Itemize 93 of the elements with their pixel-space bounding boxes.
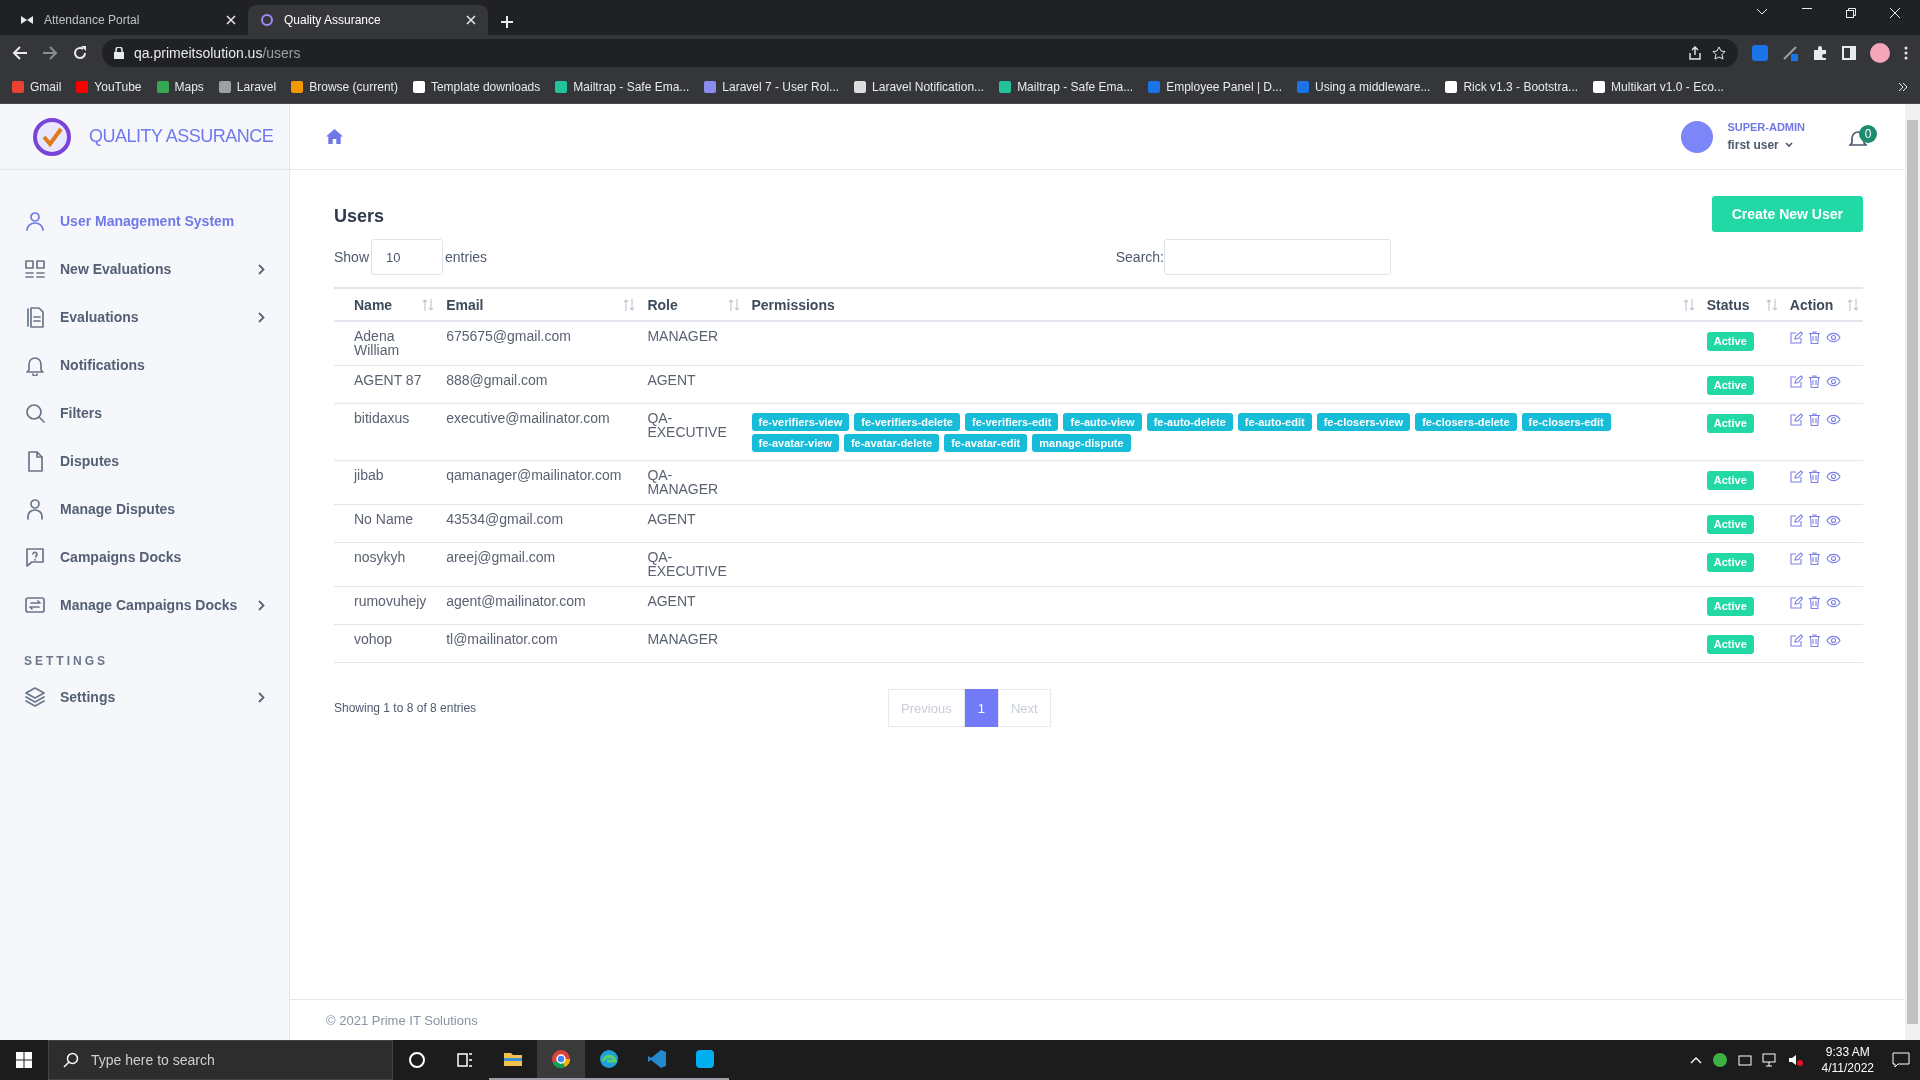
table-cell: No Name [334,504,439,543]
status-badge: Active [1706,471,1754,491]
sidebar-item[interactable]: Filters [0,389,289,437]
user-menu[interactable]: first user [1727,138,1805,152]
sidebar-item[interactable]: User Management System [0,197,289,245]
table-cell: agent@mailinator.com [438,586,640,625]
sidebar-item[interactable]: Evaluations [0,293,289,341]
table-cell: executive@mailinator.com [438,403,640,461]
bookmark[interactable]: YouTube [76,79,142,94]
table-cell: Adena William [334,321,439,366]
page-button[interactable]: 1 [964,689,998,728]
notification-count: 0 [1859,124,1877,143]
status-badge: Active [1706,635,1754,655]
table-cell: nosykyh [334,542,439,587]
bookmark[interactable]: Mailtrap - Safe Ema... [555,79,690,94]
column-header[interactable]: Email [446,296,484,313]
bookmark[interactable]: Multikart v1.0 - Eco... [1593,79,1724,94]
copyright: © 2021 Prime IT Solutions [326,1012,478,1028]
brand-name: QUALITY ASSURANCE [89,126,274,147]
permission-tag: fe-verifiers-view [751,413,850,432]
section-heading: SETTINGS [24,654,109,668]
bookmark[interactable]: Browse (current) [291,79,398,94]
bookmark[interactable]: Gmail [12,79,62,94]
permission-tag: fe-avatar-edit [944,434,1028,453]
permission-tag: fe-avatar-delete [843,434,940,453]
table-cell: QA-EXECUTIVE [639,542,744,587]
search-label: Search: [1115,249,1164,265]
table-cell: jibab [334,460,439,505]
table-cell: MANAGER [639,624,744,663]
table-cell: AGENT [639,365,744,404]
table-cell: 43534@gmail.com [438,504,640,543]
bookmark[interactable]: Laravel 7 - User Rol... [704,79,840,94]
sidebar-item[interactable]: Notifications [0,341,289,389]
permission-tag: fe-auto-view [1063,413,1142,432]
column-header[interactable]: Name [354,296,393,313]
bookmark[interactable]: Laravel [218,79,277,94]
table-cell: MANAGER [639,321,744,366]
column-header[interactable]: Permissions [751,296,835,313]
bookmark[interactable]: Laravel Notification... [854,79,985,94]
browser-tab[interactable]: Attendance Portal [8,5,248,35]
status-badge: Active [1706,332,1754,351]
label: Show [334,249,370,265]
label: entries [445,249,488,265]
column-header[interactable]: Status [1706,296,1750,313]
bookmark[interactable]: Rick v1.3 - Bootstra... [1445,79,1579,94]
permission-tag: fe-closers-edit [1521,413,1611,432]
permission-tag: fe-auto-edit [1237,413,1312,432]
page-size-field[interactable]: 10 [371,239,444,275]
permission-tag: fe-auto-delete [1146,413,1233,432]
table-cell: QA-MANAGER [639,460,744,505]
permission-tag: fe-closers-view [1316,413,1411,432]
status-badge: Active [1706,414,1754,433]
bookmark[interactable]: Employee Panel | D... [1148,79,1282,94]
sidebar-item[interactable]: Campaigns Docks [0,533,289,581]
status-badge: Active [1706,597,1754,617]
table-cell: bitidaxus [334,403,439,461]
status-badge: Active [1706,376,1754,395]
status-badge: Active [1706,515,1754,535]
taskbar-search-field[interactable]: Type here to search [48,1040,393,1080]
table-cell: qamanager@mailinator.com [438,460,640,505]
status-badge: Active [1706,553,1754,573]
permission-tag: fe-avatar-view [751,434,839,453]
table-cell: AGENT [639,586,744,625]
bookmark[interactable]: Using a middleware... [1297,79,1431,94]
permission-tag: fe-verifiers-edit [965,413,1059,432]
table-cell: QA-EXECUTIVE [639,403,744,461]
permission-tag: fe-closers-delete [1415,413,1517,432]
user-role: SUPER-ADMIN [1727,121,1805,133]
table-cell: tl@mailinator.com [438,624,640,663]
clock[interactable]: 9:33 AM 4/11/2022 [1821,1043,1874,1077]
permission-tag: manage-dispute [1032,434,1131,453]
table-cell: vohop [334,624,439,663]
sidebar-item[interactable]: Manage Campaigns Docks [0,581,289,629]
bookmark[interactable]: Template downloads [412,79,541,94]
table-cell: 675675@gmail.com [438,321,640,366]
table-cell: rumovuhejy [334,586,439,625]
bookmark[interactable]: Mailtrap - Safe Ema... [999,79,1134,94]
table-cell: areej@gmail.com [438,542,640,587]
table-cell: 888@gmail.com [438,365,640,404]
table-info: Showing 1 to 8 of 8 entries [334,701,477,716]
permission-tag: fe-verifiers-delete [854,413,960,432]
sidebar-item[interactable]: Disputes [0,437,289,485]
column-header[interactable]: Action [1789,296,1834,313]
sidebar-item[interactable]: New Evaluations [0,245,289,293]
table-cell: AGENT [639,504,744,543]
bookmark[interactable]: Maps [156,79,204,94]
browser-tab[interactable]: Quality Assurance [248,5,488,35]
address-field[interactable]: qa.primeitsolution.us/users [102,38,1738,67]
table-cell: AGENT 87 [334,365,439,404]
sidebar-item[interactable]: Settings [0,673,289,721]
column-header[interactable]: Role [647,296,678,313]
page-title: Users [334,205,385,227]
sidebar-item[interactable]: Manage Disputes [0,485,289,533]
